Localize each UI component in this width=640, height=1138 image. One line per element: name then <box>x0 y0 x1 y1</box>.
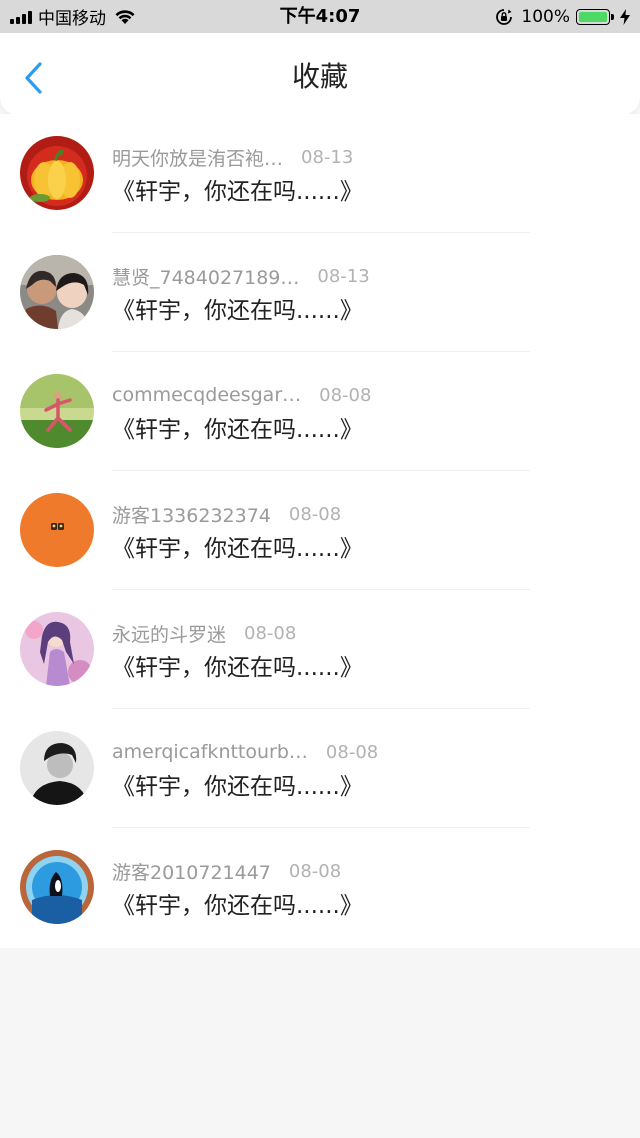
status-bar: 中国移动 下午4:07 100% <box>0 0 640 33</box>
item-message: 《轩宇，你还在吗......》 <box>112 536 363 562</box>
orientation-lock-icon <box>496 8 513 25</box>
item-date: 08-08 <box>244 622 297 644</box>
avatar <box>20 612 94 686</box>
favorite-item[interactable]: amerqicafknttourb… 08-08 《轩宇，你还在吗......》 <box>0 709 640 828</box>
user-name: 明天你放是洧否袍… <box>112 147 284 170</box>
favorite-item[interactable]: 游客1336232374 08-08 《轩宇，你还在吗......》 <box>0 471 640 590</box>
nav-bar: 收藏 <box>0 33 640 115</box>
avatar <box>20 374 94 448</box>
favorite-item[interactable]: 永远的斗罗迷 08-08 《轩宇，你还在吗......》 <box>0 590 640 709</box>
favorites-list: 明天你放是洧否袍… 08-13 《轩宇，你还在吗......》 慧贤_74840… <box>0 114 640 948</box>
battery-icon <box>576 8 610 25</box>
item-date: 08-08 <box>288 860 342 882</box>
favorite-item[interactable]: 明天你放是洧否袍… 08-13 《轩宇，你还在吗......》 <box>0 114 640 233</box>
item-meta: amerqicafknttourb… 08-08 <box>112 739 378 765</box>
charging-icon <box>620 8 630 25</box>
battery-percent: 100% <box>521 6 570 27</box>
user-name: 游客2010721447 <box>112 861 271 884</box>
item-message: 《轩宇，你还在吗......》 <box>112 179 363 205</box>
user-name: 永远的斗罗迷 <box>112 623 227 646</box>
item-meta: 游客2010721447 08-08 <box>112 858 341 884</box>
item-meta: commecqdeesgar… 08-08 <box>112 382 371 408</box>
battery-cap <box>611 13 614 20</box>
item-message: 《轩宇，你还在吗......》 <box>112 774 363 800</box>
item-date: 08-08 <box>325 741 379 763</box>
item-message: 《轩宇，你还在吗......》 <box>112 655 363 681</box>
favorite-item[interactable]: 慧贤_7484027189… 08-13 《轩宇，你还在吗......》 <box>0 233 640 352</box>
item-meta: 明天你放是洧否袍… 08-13 <box>112 144 353 170</box>
user-name: commecqdeesgar… <box>112 384 302 406</box>
user-name: 慧贤_7484027189… <box>112 266 300 289</box>
favorite-item[interactable]: commecqdeesgar… 08-08 《轩宇，你还在吗......》 <box>0 352 640 471</box>
status-right: 100% <box>495 0 630 33</box>
item-meta: 永远的斗罗迷 08-08 <box>112 620 296 646</box>
item-message: 《轩宇，你还在吗......》 <box>112 298 363 324</box>
item-date: 08-13 <box>301 146 354 168</box>
item-date: 08-13 <box>317 265 370 287</box>
item-date: 08-08 <box>319 384 372 406</box>
avatar <box>20 731 94 805</box>
avatar <box>20 255 94 329</box>
user-name: amerqicafknttourb… <box>112 741 308 763</box>
page-title: 收藏 <box>291 60 348 93</box>
favorite-item[interactable]: 游客2010721447 08-08 《轩宇，你还在吗......》 <box>0 828 640 947</box>
user-name: 游客1336232374 <box>112 504 271 527</box>
avatar <box>20 493 94 567</box>
item-meta: 慧贤_7484027189… 08-13 <box>112 263 370 289</box>
item-date: 08-08 <box>288 503 342 525</box>
item-message: 《轩宇，你还在吗......》 <box>112 417 363 443</box>
avatar <box>20 850 94 924</box>
avatar <box>20 136 94 210</box>
item-meta: 游客1336232374 08-08 <box>112 501 341 527</box>
item-message: 《轩宇，你还在吗......》 <box>112 893 363 919</box>
